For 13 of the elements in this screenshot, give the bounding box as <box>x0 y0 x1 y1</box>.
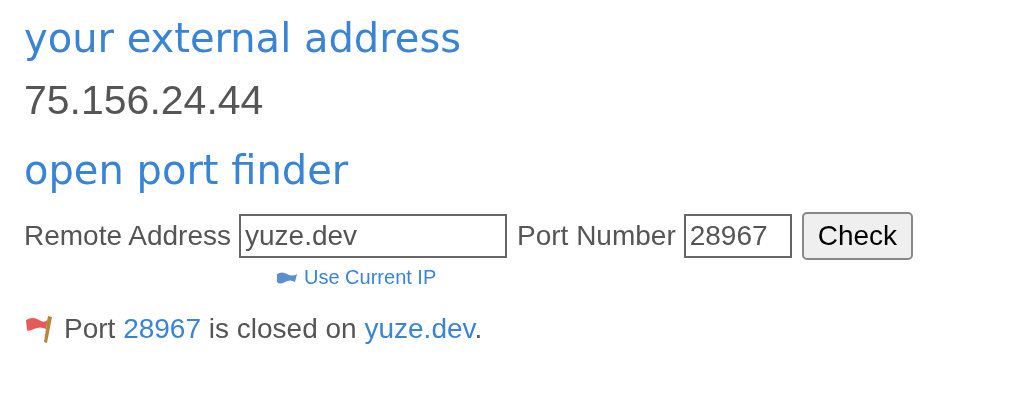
host-link[interactable]: yuze.dev <box>364 313 475 344</box>
ip-address: 75.156.24.44 <box>24 76 265 125</box>
flag-icon <box>276 270 298 285</box>
port-link[interactable]: 28967 <box>123 313 201 344</box>
section-heading: open port finder <box>24 146 350 195</box>
section-heading: your external address <box>24 14 463 63</box>
use-current-ip-link[interactable]: Use Current IP <box>304 266 437 289</box>
field-label: Remote Address <box>24 220 231 252</box>
result-message: Port 28967 is closed on yuze.dev. <box>64 313 483 345</box>
check-button[interactable]: Check <box>801 212 914 260</box>
remote-address-field[interactable]: yuze.dev <box>239 214 507 258</box>
field-label: Port Number <box>517 220 676 252</box>
port-number-field[interactable]: 28967 <box>683 214 792 258</box>
